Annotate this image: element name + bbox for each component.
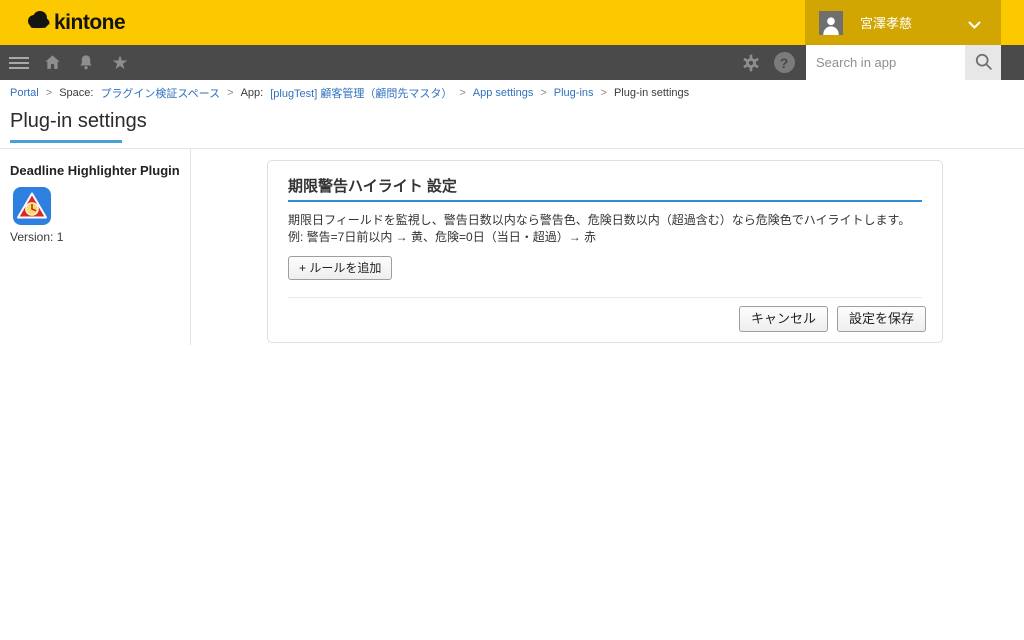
home-icon[interactable] — [40, 45, 64, 80]
user-name: 宮澤孝慈 — [860, 13, 912, 32]
settings-gear-icon[interactable] — [738, 45, 764, 80]
breadcrumb-current-page: Plug-in settings — [614, 87, 689, 99]
breadcrumb-separator: > — [459, 87, 465, 99]
breadcrumb-separator: > — [601, 87, 607, 99]
kintone-logo-text: kintone — [54, 11, 125, 35]
search-icon — [973, 51, 994, 75]
breadcrumb-plugins-link[interactable]: Plug-ins — [554, 87, 594, 99]
plugin-version: Version: 1 — [10, 230, 63, 244]
plugin-icon — [13, 187, 51, 225]
search-box — [806, 45, 965, 80]
app-header: kintone 宮澤孝慈 — [0, 0, 1024, 45]
user-menu[interactable]: 宮澤孝慈 — [805, 0, 1001, 45]
breadcrumb-space-prefix: Space: — [59, 87, 93, 99]
kintone-logo[interactable]: kintone — [26, 9, 125, 36]
breadcrumb-separator: > — [46, 87, 52, 99]
save-settings-button[interactable]: 設定を保存 — [837, 306, 926, 332]
user-avatar — [819, 11, 843, 35]
global-toolbar: ★ ? — [0, 45, 1024, 80]
plugin-settings-panel: 期限警告ハイライト 設定 期限日フィールドを監視し、警告日数以内なら警告色、危険… — [267, 160, 943, 343]
cancel-button[interactable]: キャンセル — [739, 306, 828, 332]
menu-icon[interactable] — [6, 45, 32, 80]
search-input[interactable] — [806, 45, 965, 80]
page-title-underline — [10, 140, 122, 143]
breadcrumb-separator: > — [540, 87, 546, 99]
breadcrumb-app-link[interactable]: [plugTest] 顧客管理（顧問先マスタ） — [270, 85, 452, 101]
plugin-name: Deadline Highlighter Plugin — [10, 163, 185, 178]
kintone-cloud-icon — [26, 9, 50, 36]
panel-description-line1: 期限日フィールドを監視し、警告日数以内なら警告色、危険日数以内（超過含む）なら危… — [288, 211, 910, 228]
breadcrumb-separator: > — [227, 87, 233, 99]
chevron-down-icon — [968, 17, 981, 35]
notifications-bell-icon[interactable] — [74, 45, 98, 80]
breadcrumb-app-settings-link[interactable]: App settings — [473, 87, 534, 99]
help-icon[interactable]: ? — [771, 45, 797, 80]
panel-title-underline — [288, 200, 922, 202]
page-title: Plug-in settings — [10, 110, 147, 133]
favorites-star-icon[interactable]: ★ — [108, 45, 132, 80]
page-divider — [0, 148, 1024, 149]
panel-title: 期限警告ハイライト 設定 — [288, 175, 457, 196]
panel-footer-divider — [288, 297, 922, 298]
sidebar-divider — [190, 149, 191, 345]
breadcrumb-portal-link[interactable]: Portal — [10, 87, 39, 99]
panel-description-line2: 例: 警告=7日前以内 → 黄、危険=0日（当日・超過）→ 赤 — [288, 228, 596, 245]
add-rule-button[interactable]: + ルールを追加 — [288, 256, 392, 280]
breadcrumb-app-prefix: App: — [241, 87, 264, 99]
breadcrumb-space-link[interactable]: プラグイン検証スペース — [100, 85, 220, 101]
help-question-glyph: ? — [774, 52, 795, 73]
panel-footer-buttons: キャンセル 設定を保存 — [739, 306, 926, 332]
breadcrumb: Portal > Space: プラグイン検証スペース > App: [plug… — [10, 85, 689, 101]
search-button[interactable] — [965, 45, 1001, 80]
